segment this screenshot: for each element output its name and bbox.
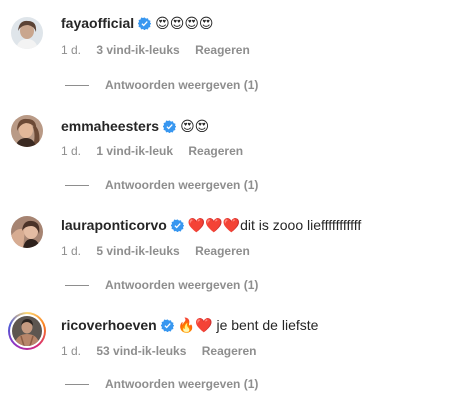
avatar[interactable]	[11, 115, 43, 147]
verified-badge-icon	[138, 16, 152, 30]
comment-meta: 1 d. 3 vind-ik-leuks Reageren	[61, 42, 262, 58]
comment-meta: 1 d. 5 vind-ik-leuks Reageren	[61, 243, 262, 259]
view-replies-label: Antwoorden weergeven (1)	[105, 178, 259, 192]
reply-button[interactable]: Reageren	[188, 144, 243, 158]
comment-text: 😍😍	[180, 118, 210, 134]
comment-meta: 1 d. 53 vind-ik-leuks Reageren	[61, 343, 268, 359]
verified-badge-icon	[170, 218, 184, 232]
reply-button[interactable]: Reageren	[202, 344, 257, 358]
divider-line	[65, 383, 89, 385]
avatar-ring-inner	[10, 314, 44, 348]
username-link[interactable]: fayaofficial	[61, 14, 134, 32]
comment-line: emmaheesters 😍😍	[61, 117, 209, 135]
comment-text: 🔥❤️ je bent de liefste	[177, 317, 319, 333]
comment-text: ❤️❤️❤️dit is zooo liefffffffffff	[187, 217, 362, 233]
view-replies-label: Antwoorden weergeven (1)	[105, 377, 259, 391]
comment-line: fayaofficial 😍😍😍😍	[61, 14, 214, 32]
reply-button[interactable]: Reageren	[195, 43, 250, 57]
comment-time: 1 d.	[61, 144, 82, 158]
avatar[interactable]	[11, 216, 43, 248]
avatar	[12, 316, 42, 346]
username-link[interactable]: emmaheesters	[61, 117, 159, 135]
likes-count[interactable]: 1 vind-ik-leuk	[96, 144, 173, 158]
comment-text: 😍😍😍😍	[155, 15, 214, 31]
divider-line	[65, 184, 89, 186]
comment-time: 1 d.	[61, 244, 82, 258]
username-link[interactable]: ricoverhoeven	[61, 316, 157, 334]
avatar[interactable]	[11, 17, 43, 49]
avatar-story-ring[interactable]	[8, 312, 46, 350]
verified-badge-icon	[163, 119, 177, 133]
likes-count[interactable]: 53 vind-ik-leuks	[96, 344, 186, 358]
view-replies-label: Antwoorden weergeven (1)	[105, 78, 259, 92]
view-replies-label: Antwoorden weergeven (1)	[105, 278, 259, 292]
comment-meta: 1 d. 1 vind-ik-leuk Reageren	[61, 143, 255, 159]
verified-badge-icon	[160, 318, 174, 332]
divider-line	[65, 84, 89, 86]
likes-count[interactable]: 3 vind-ik-leuks	[96, 43, 179, 57]
comment-line: lauraponticorvo ❤️❤️❤️dit is zooo liefff…	[61, 216, 361, 234]
reply-button[interactable]: Reageren	[195, 244, 250, 258]
view-replies-button[interactable]: Antwoorden weergeven (1)	[61, 77, 258, 93]
divider-line	[65, 284, 89, 286]
comment-line: ricoverhoeven 🔥❤️ je bent de liefste	[61, 316, 318, 334]
username-link[interactable]: lauraponticorvo	[61, 216, 167, 234]
view-replies-button[interactable]: Antwoorden weergeven (1)	[61, 376, 258, 392]
comment-time: 1 d.	[61, 43, 82, 57]
view-replies-button[interactable]: Antwoorden weergeven (1)	[61, 277, 258, 293]
view-replies-button[interactable]: Antwoorden weergeven (1)	[61, 177, 258, 193]
likes-count[interactable]: 5 vind-ik-leuks	[96, 244, 179, 258]
comment-time: 1 d.	[61, 344, 82, 358]
